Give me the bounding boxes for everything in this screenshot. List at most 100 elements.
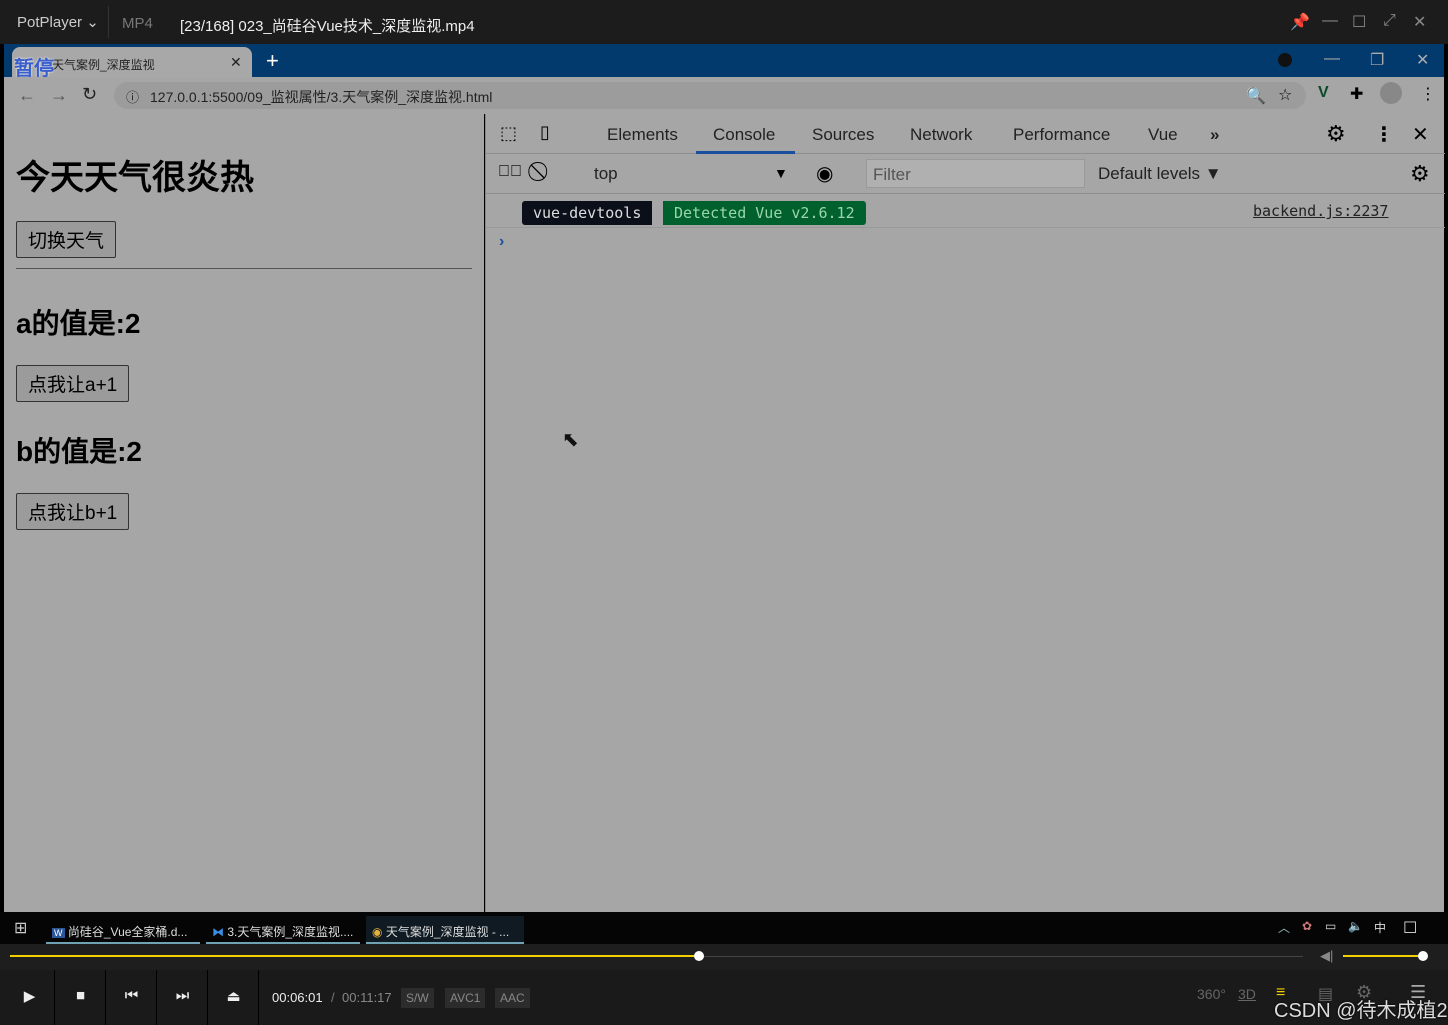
play-button[interactable]: ▶ bbox=[5, 970, 55, 1025]
stop-button[interactable]: ■ bbox=[56, 970, 106, 1025]
vue-detected-badge: Detected Vue v2.6.12 bbox=[663, 201, 866, 225]
b-value-text: b的值是:2 bbox=[16, 436, 143, 467]
divider bbox=[16, 268, 472, 269]
video-title: [23/168] 023_尚硅谷Vue技术_深度监视.mp4 bbox=[180, 18, 475, 35]
window-minimize[interactable]: — bbox=[1324, 50, 1340, 68]
tab-network[interactable]: Network bbox=[910, 125, 972, 145]
tab-title: 天气案例_深度监视 bbox=[52, 58, 155, 72]
log-levels-select[interactable]: Default levels ▼ bbox=[1098, 164, 1222, 184]
more-options-icon[interactable]: ⋮ bbox=[1374, 122, 1394, 147]
app-name: PotPlayer bbox=[17, 14, 83, 31]
minimize-button[interactable]: — bbox=[1322, 12, 1338, 30]
zoom-icon[interactable]: 🔍 bbox=[1246, 86, 1266, 106]
taskbar-item-chrome[interactable]: ◉ 天气案例_深度监视 - ... bbox=[366, 916, 524, 944]
vue-extension-icon[interactable]: V bbox=[1318, 84, 1329, 102]
volume-level bbox=[1343, 955, 1423, 957]
ime-indicator[interactable]: 中 bbox=[1374, 919, 1386, 936]
page-content: 今天天气很炎热 切换天气 a的值是:2 点我让a+1 b的值是:2 点我让b+1 bbox=[4, 114, 484, 912]
seek-progress bbox=[10, 955, 700, 957]
windows-start-icon[interactable]: ⊞ bbox=[14, 918, 27, 938]
tab-console[interactable]: Console bbox=[713, 125, 775, 145]
player-menu[interactable]: PotPlayer ⌄ bbox=[17, 13, 99, 31]
profile-avatar[interactable] bbox=[1380, 82, 1402, 104]
total-time: 00:11:17 bbox=[342, 990, 392, 1005]
taskbar-label: 天气案例_深度监视 - ... bbox=[385, 925, 510, 939]
watermark: CSDN @待木成植2 bbox=[1274, 1000, 1448, 1022]
page-title: 今天天气很炎热 bbox=[16, 159, 254, 197]
console-settings-icon[interactable]: ⚙ bbox=[1410, 161, 1430, 187]
player-controls: ▶ ■ ⏮ ⏭ ⏏ 00:06:01 / 00:11:17 S/W AVC1 A… bbox=[0, 970, 1448, 1025]
3d-icon[interactable]: 3D bbox=[1238, 986, 1256, 1002]
tab-close-icon[interactable]: ✕ bbox=[230, 54, 242, 71]
taskbar-item-word[interactable]: W 尚硅谷_Vue全家桶.d... bbox=[46, 916, 200, 944]
inspect-icon[interactable]: ⬚ bbox=[500, 123, 517, 144]
a-value-text: a的值是:2 bbox=[16, 308, 141, 339]
tab-sources[interactable]: Sources bbox=[812, 125, 874, 145]
device-toggle-icon[interactable]: ▯ bbox=[540, 122, 550, 143]
star-icon[interactable]: ☆ bbox=[1278, 85, 1292, 105]
console-prompt-icon[interactable]: › bbox=[499, 233, 504, 251]
word-icon: W bbox=[52, 928, 65, 938]
previous-button[interactable]: ⏮ bbox=[107, 970, 157, 1025]
seek-handle[interactable] bbox=[694, 951, 705, 961]
taskbar-item-vscode[interactable]: ⧓ 3.天气案例_深度监视.... bbox=[206, 916, 360, 944]
extensions-icon[interactable]: ✚ bbox=[1350, 84, 1363, 104]
reload-icon[interactable]: ↻ bbox=[82, 84, 97, 105]
current-time: 00:06:01 bbox=[272, 990, 323, 1005]
browser-tab-bar: 天气案例_深度监视 ✕ + — ❐ ✕ bbox=[4, 44, 1444, 77]
pin-icon[interactable]: 📌 bbox=[1290, 12, 1310, 32]
close-devtools-icon[interactable]: ✕ bbox=[1412, 122, 1429, 147]
tab-elements[interactable]: Elements bbox=[607, 125, 678, 145]
source-link[interactable]: backend.js:2237 bbox=[1253, 202, 1388, 220]
record-icon[interactable] bbox=[1278, 53, 1292, 67]
vue-devtools-badge: vue-devtools bbox=[522, 201, 653, 225]
back-icon[interactable]: ← bbox=[18, 85, 36, 106]
increment-a-button[interactable]: 点我让a+1 bbox=[16, 365, 130, 402]
close-button[interactable]: ✕ bbox=[1413, 12, 1426, 32]
windows-taskbar: ⊞ W 尚硅谷_Vue全家桶.d... ⧓ 3.天气案例_深度监视.... ◉ … bbox=[0, 912, 1448, 944]
taskbar-label: 尚硅谷_Vue全家桶.d... bbox=[67, 925, 188, 939]
tab-performance[interactable]: Performance bbox=[1013, 125, 1110, 145]
seek-bar[interactable]: ◀| bbox=[0, 944, 1448, 970]
tag-sw[interactable]: S/W bbox=[401, 988, 434, 1008]
tag-audio-codec[interactable]: AAC bbox=[495, 988, 530, 1008]
battery-icon[interactable]: ▭ bbox=[1325, 919, 1336, 933]
address-bar-row: ← → ↻ ⓘ 127.0.0.1:5500/09_监视属性/3.天气案例_深度… bbox=[4, 77, 1444, 114]
mouse-cursor-icon: ⬉ bbox=[562, 429, 579, 451]
time-separator: / bbox=[331, 990, 335, 1005]
toggle-weather-button[interactable]: 切换天气 bbox=[16, 221, 117, 258]
increment-b-button[interactable]: 点我让b+1 bbox=[16, 493, 130, 530]
tray-expand-icon[interactable]: ︿ bbox=[1278, 919, 1290, 936]
next-button[interactable]: ⏭ bbox=[158, 970, 208, 1025]
window-restore[interactable]: ❐ bbox=[1370, 50, 1384, 70]
taskbar-label: 3.天气案例_深度监视.... bbox=[227, 925, 354, 939]
notification-icon[interactable]: ☐ bbox=[1403, 918, 1417, 938]
more-tabs-icon[interactable]: » bbox=[1210, 125, 1219, 145]
volume-icon[interactable]: 🔈 bbox=[1348, 919, 1363, 933]
tray-app-icon[interactable]: ✿ bbox=[1302, 919, 1312, 933]
devtools-panel: ⬚ ▯ Elements Console Sources Network Per… bbox=[485, 114, 1445, 912]
context-select[interactable]: top bbox=[594, 164, 618, 184]
window-close[interactable]: ✕ bbox=[1416, 50, 1429, 70]
maximize-button[interactable]: ☐ bbox=[1352, 12, 1366, 32]
tab-vue[interactable]: Vue bbox=[1148, 125, 1178, 145]
console-toolbar: ▶⃞ ⃠ top ▼ ◉ Filter Default levels ▼ ⚙ bbox=[486, 154, 1445, 194]
settings-icon[interactable]: ⚙ bbox=[1326, 121, 1346, 147]
vscode-icon: ⧓ bbox=[212, 925, 224, 939]
speaker-icon[interactable]: ◀| bbox=[1320, 948, 1333, 964]
fullscreen-button[interactable]: ⤢ bbox=[1383, 12, 1396, 30]
sidebar-toggle-icon[interactable]: ▶⃞ bbox=[498, 163, 522, 181]
filter-input[interactable]: Filter bbox=[866, 159, 1085, 188]
eye-icon[interactable]: ◉ bbox=[816, 161, 833, 186]
360-icon[interactable]: 360° bbox=[1197, 986, 1226, 1002]
url-text: 127.0.0.1:5500/09_监视属性/3.天气案例_深度监视.html bbox=[150, 89, 493, 105]
eject-button[interactable]: ⏏ bbox=[209, 970, 259, 1025]
url-input[interactable]: ⓘ 127.0.0.1:5500/09_监视属性/3.天气案例_深度监视.htm… bbox=[114, 82, 1306, 109]
new-tab-button[interactable]: + bbox=[266, 48, 279, 74]
forward-icon[interactable]: → bbox=[50, 85, 68, 106]
context-dropdown-icon[interactable]: ▼ bbox=[774, 165, 788, 181]
tag-video-codec[interactable]: AVC1 bbox=[445, 988, 486, 1008]
chrome-icon: ◉ bbox=[372, 925, 383, 939]
volume-handle[interactable] bbox=[1418, 951, 1428, 961]
menu-icon[interactable]: ⋮ bbox=[1420, 84, 1436, 104]
